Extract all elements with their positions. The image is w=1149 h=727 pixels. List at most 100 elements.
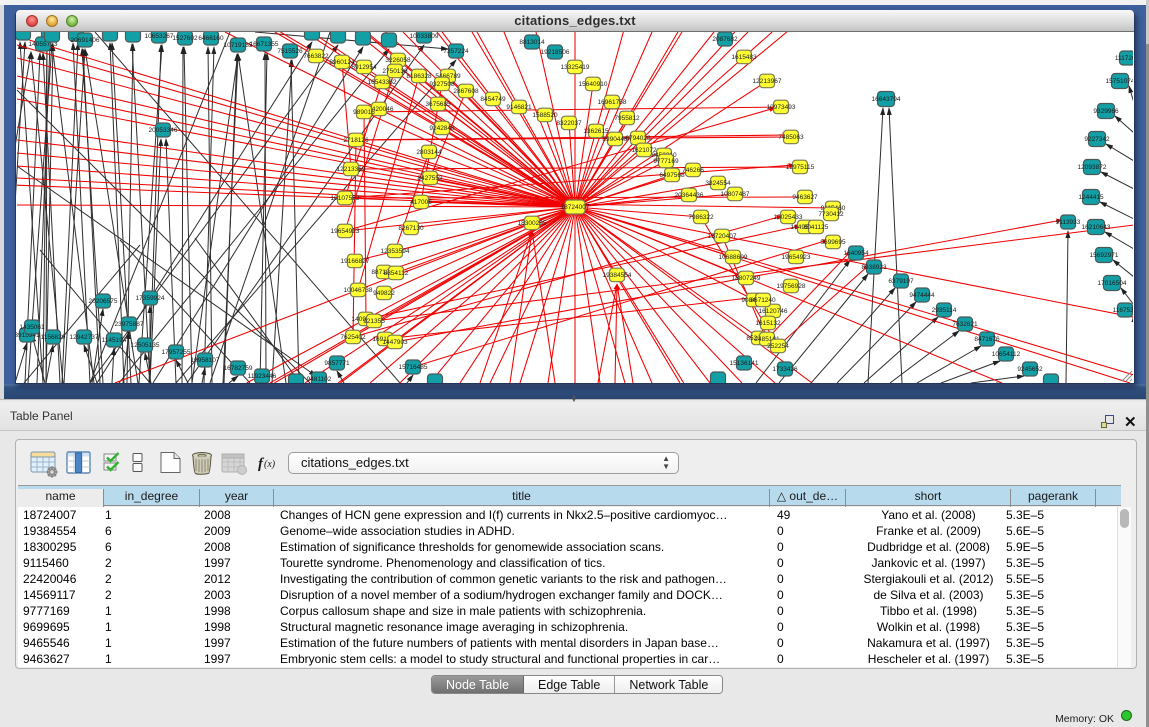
svg-text:8267130: 8267130 (398, 225, 424, 232)
svg-text:8813014: 8813014 (519, 39, 545, 46)
svg-text:10688609: 10688609 (719, 254, 748, 261)
svg-text:9857771: 9857771 (324, 360, 350, 367)
svg-text:19756928: 19756928 (777, 283, 806, 290)
svg-text:15716485: 15716485 (399, 364, 428, 371)
svg-text:16671355: 16671355 (250, 41, 279, 48)
svg-text:9329966: 9329966 (1093, 108, 1119, 115)
svg-text:9245652: 9245652 (1017, 366, 1043, 373)
svg-text:1362615: 1362615 (583, 128, 609, 135)
svg-text:8471676: 8471676 (974, 336, 1000, 343)
svg-text:12505135: 12505135 (131, 342, 160, 349)
svg-text:13325419: 13325419 (561, 64, 590, 71)
svg-text:10046738: 10046738 (344, 287, 373, 294)
svg-text:18807249: 18807249 (732, 275, 761, 282)
svg-text:1167532: 1167532 (1113, 307, 1133, 314)
svg-text:3675685: 3675685 (425, 101, 451, 108)
svg-text:746266: 746266 (682, 167, 704, 174)
svg-text:8186328: 8186328 (406, 73, 432, 80)
svg-text:1244415: 1244415 (1078, 194, 1104, 201)
svg-text:10033809: 10033809 (410, 33, 439, 40)
svg-text:9113933: 9113933 (1056, 219, 1081, 226)
svg-text:7632621: 7632621 (952, 321, 978, 328)
svg-text:2750136: 2750136 (382, 68, 408, 75)
svg-text:8427552: 8427552 (417, 175, 443, 182)
svg-text:921355: 921355 (363, 318, 385, 325)
svg-text:2867608: 2867608 (453, 88, 479, 95)
svg-text:15720407: 15720407 (708, 233, 737, 240)
svg-text:417006: 417006 (410, 199, 432, 206)
svg-text:10654112: 10654112 (992, 351, 1021, 358)
svg-text:6379197: 6379197 (888, 278, 914, 285)
svg-text:1435061: 1435061 (19, 324, 45, 331)
svg-text:9242848: 9242848 (429, 125, 455, 132)
svg-text:10025433: 10025433 (774, 214, 803, 221)
svg-text:3824554: 3824554 (705, 180, 731, 187)
svg-text:(x): (x) (264, 459, 276, 470)
svg-text:1156829: 1156829 (41, 334, 66, 341)
svg-text:252254: 252254 (767, 343, 789, 350)
svg-text:10958107: 10958107 (191, 357, 220, 364)
svg-text:12353594: 12353594 (381, 248, 410, 255)
svg-text:10807487: 10807487 (721, 191, 750, 198)
svg-text:1527602: 1527602 (172, 35, 198, 42)
svg-text:16543362: 16543362 (368, 79, 397, 86)
svg-text:10719185: 10719185 (224, 42, 253, 49)
svg-text:2935114: 2935114 (932, 307, 957, 314)
svg-text:12213369: 12213369 (337, 166, 366, 173)
svg-text:8454749: 8454749 (480, 96, 506, 103)
svg-text:6794028: 6794028 (625, 135, 651, 142)
svg-text:7955812: 7955812 (614, 115, 640, 122)
svg-text:20691406: 20691406 (71, 37, 100, 44)
svg-text:8322037: 8322037 (556, 120, 582, 127)
svg-text:15751074: 15751074 (1106, 78, 1133, 85)
svg-text:7625402: 7625402 (340, 334, 366, 341)
svg-text:8990448: 8990448 (602, 136, 628, 143)
svg-text:6466160: 6466160 (198, 35, 224, 42)
svg-text:9474444: 9474444 (909, 292, 935, 299)
svg-text:12975115: 12975115 (786, 164, 815, 171)
svg-text:11923446: 11923446 (248, 373, 277, 380)
svg-text:17957255: 17957255 (162, 349, 191, 356)
svg-text:16120746: 16120746 (759, 308, 788, 315)
svg-text:19166827: 19166827 (341, 258, 370, 265)
svg-text:16961758: 16961758 (598, 99, 627, 106)
svg-text:12942737: 12942737 (70, 334, 99, 341)
svg-text:3226058: 3226058 (385, 57, 411, 64)
svg-text:15692971: 15692971 (1090, 252, 1119, 259)
svg-text:9777169: 9777169 (653, 158, 679, 165)
svg-text:7515526: 7515526 (277, 48, 303, 55)
svg-text:2803144: 2803144 (416, 149, 442, 156)
svg-text:8671240: 8671240 (750, 297, 776, 304)
svg-text:7663822: 7663822 (303, 53, 329, 60)
svg-text:1117203: 1117203 (1115, 55, 1133, 62)
svg-text:9146821: 9146821 (506, 104, 532, 111)
svg-text:2087682: 2087682 (712, 36, 738, 43)
svg-text:10107552: 10107552 (331, 195, 360, 202)
svg-text:7357224: 7357224 (443, 48, 469, 55)
svg-text:18724007: 18724007 (561, 204, 590, 211)
svg-text:1615483: 1615483 (731, 54, 757, 61)
svg-text:23975887: 23975887 (115, 321, 144, 328)
svg-text:9481102: 9481102 (307, 376, 332, 383)
svg-text:16643794: 16643794 (872, 96, 901, 103)
svg-text:1640954: 1640954 (843, 250, 869, 257)
svg-text:12093872: 12093872 (1078, 164, 1107, 171)
svg-text:7730412: 7730412 (818, 211, 844, 218)
svg-text:8912954: 8912954 (351, 64, 377, 71)
svg-text:9327508: 9327508 (429, 81, 455, 88)
svg-text:15136141: 15136141 (730, 360, 759, 367)
svg-text:19384554: 19384554 (603, 272, 632, 279)
svg-text:16210643: 16210643 (1082, 224, 1111, 231)
svg-text:1447903: 1447903 (382, 339, 408, 346)
svg-text:15640910: 15640910 (579, 81, 608, 88)
svg-text:949822: 949822 (373, 290, 395, 297)
svg-text:1145194: 1145194 (102, 337, 127, 344)
svg-text:19654923: 19654923 (331, 228, 360, 235)
svg-text:989016: 989016 (353, 109, 375, 116)
svg-text:7485063: 7485063 (778, 134, 804, 141)
svg-text:16782759: 16782759 (224, 365, 253, 372)
svg-text:9463627: 9463627 (792, 194, 818, 201)
svg-text:10653267: 10653267 (145, 33, 174, 40)
svg-text:8938923: 8938923 (861, 264, 887, 271)
svg-text:17359924: 17359924 (136, 295, 165, 302)
